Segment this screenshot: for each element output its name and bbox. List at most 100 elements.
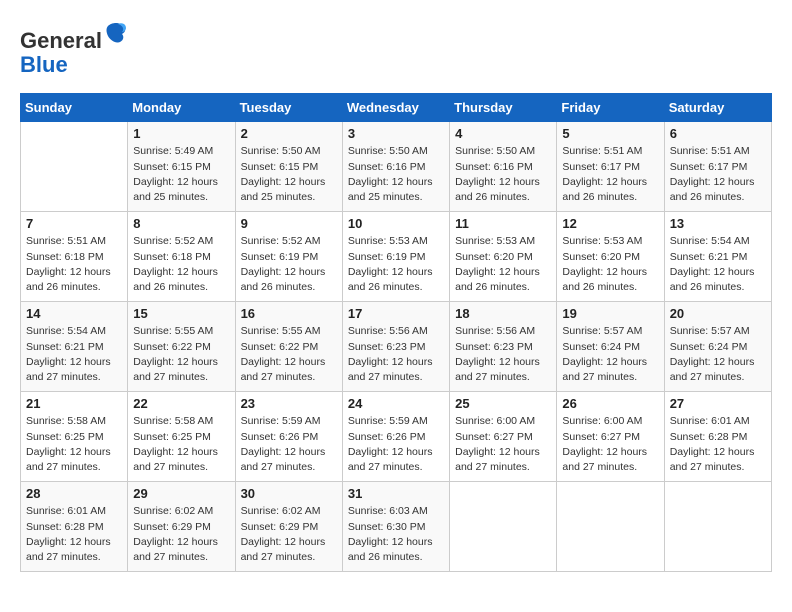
calendar-cell: 31 Sunrise: 6:03 AM Sunset: 6:30 PM Dayli…: [342, 482, 449, 572]
calendar-cell: [21, 122, 128, 212]
header-sunday: Sunday: [21, 94, 128, 122]
day-number: 11: [455, 216, 551, 231]
calendar-cell: 18Sunrise: 5:56 AM Sunset: 6:23 PM Dayli…: [450, 302, 557, 392]
day-info: Sunrise: 5:49 AM Sunset: 6:15 PM Dayligh…: [133, 144, 229, 205]
day-number: 18: [455, 306, 551, 321]
day-number: 28: [26, 486, 122, 501]
day-info: Sunrise: 6:01 AM Sunset: 6:28 PM Dayligh…: [26, 504, 122, 565]
day-number: 10: [348, 216, 444, 231]
calendar-header-row: SundayMondayTuesdayWednesdayThursdayFrid…: [21, 94, 772, 122]
calendar-cell: 25 Sunrise: 6:00 AM Sunset: 6:27 PM Dayli…: [450, 392, 557, 482]
calendar-cell: 8 Sunrise: 5:52 AM Sunset: 6:18 PM Daylig…: [128, 212, 235, 302]
calendar-cell: 21 Sunrise: 5:58 AM Sunset: 6:25 PM Dayli…: [21, 392, 128, 482]
calendar-cell: 29 Sunrise: 6:02 AM Sunset: 6:29 PM Dayli…: [128, 482, 235, 572]
day-info: Sunrise: 6:01 AM Sunset: 6:28 PM Dayligh…: [670, 414, 766, 475]
day-number: 25: [455, 396, 551, 411]
logo-general: General: [20, 28, 102, 53]
day-number: 1: [133, 126, 229, 141]
header-thursday: Thursday: [450, 94, 557, 122]
week-row-1: 7 Sunrise: 5:51 AM Sunset: 6:18 PM Daylig…: [21, 212, 772, 302]
week-row-4: 28 Sunrise: 6:01 AM Sunset: 6:28 PM Dayli…: [21, 482, 772, 572]
day-number: 14: [26, 306, 122, 321]
day-info: Sunrise: 5:52 AM Sunset: 6:19 PM Dayligh…: [241, 234, 337, 295]
header-wednesday: Wednesday: [342, 94, 449, 122]
day-info: Sunrise: 5:53 AM Sunset: 6:20 PM Dayligh…: [455, 234, 551, 295]
day-info: Sunrise: 5:58 AM Sunset: 6:25 PM Dayligh…: [133, 414, 229, 475]
page-header: General Blue: [20, 20, 772, 77]
week-row-0: 1 Sunrise: 5:49 AM Sunset: 6:15 PM Daylig…: [21, 122, 772, 212]
calendar-cell: 4 Sunrise: 5:50 AM Sunset: 6:16 PM Daylig…: [450, 122, 557, 212]
day-number: 9: [241, 216, 337, 231]
calendar-cell: [664, 482, 771, 572]
day-number: 6: [670, 126, 766, 141]
day-number: 8: [133, 216, 229, 231]
header-saturday: Saturday: [664, 94, 771, 122]
day-number: 7: [26, 216, 122, 231]
day-info: Sunrise: 5:50 AM Sunset: 6:15 PM Dayligh…: [241, 144, 337, 205]
calendar-cell: 15Sunrise: 5:55 AM Sunset: 6:22 PM Dayli…: [128, 302, 235, 392]
day-info: Sunrise: 5:59 AM Sunset: 6:26 PM Dayligh…: [348, 414, 444, 475]
day-number: 29: [133, 486, 229, 501]
calendar-cell: 22 Sunrise: 5:58 AM Sunset: 6:25 PM Dayli…: [128, 392, 235, 482]
day-info: Sunrise: 6:00 AM Sunset: 6:27 PM Dayligh…: [562, 414, 658, 475]
day-number: 12: [562, 216, 658, 231]
day-info: Sunrise: 5:51 AM Sunset: 6:17 PM Dayligh…: [670, 144, 766, 205]
calendar-cell: 14Sunrise: 5:54 AM Sunset: 6:21 PM Dayli…: [21, 302, 128, 392]
calendar-cell: 28 Sunrise: 6:01 AM Sunset: 6:28 PM Dayli…: [21, 482, 128, 572]
header-monday: Monday: [128, 94, 235, 122]
calendar-cell: 27 Sunrise: 6:01 AM Sunset: 6:28 PM Dayli…: [664, 392, 771, 482]
calendar-cell: 23 Sunrise: 5:59 AM Sunset: 6:26 PM Dayli…: [235, 392, 342, 482]
calendar-cell: 6 Sunrise: 5:51 AM Sunset: 6:17 PM Daylig…: [664, 122, 771, 212]
calendar-cell: 10Sunrise: 5:53 AM Sunset: 6:19 PM Dayli…: [342, 212, 449, 302]
header-tuesday: Tuesday: [235, 94, 342, 122]
day-info: Sunrise: 5:57 AM Sunset: 6:24 PM Dayligh…: [670, 324, 766, 385]
day-info: Sunrise: 6:02 AM Sunset: 6:29 PM Dayligh…: [133, 504, 229, 565]
day-number: 3: [348, 126, 444, 141]
day-number: 19: [562, 306, 658, 321]
calendar-cell: 30 Sunrise: 6:02 AM Sunset: 6:29 PM Dayli…: [235, 482, 342, 572]
week-row-2: 14Sunrise: 5:54 AM Sunset: 6:21 PM Dayli…: [21, 302, 772, 392]
calendar-cell: 26 Sunrise: 6:00 AM Sunset: 6:27 PM Dayli…: [557, 392, 664, 482]
day-number: 4: [455, 126, 551, 141]
day-info: Sunrise: 5:57 AM Sunset: 6:24 PM Dayligh…: [562, 324, 658, 385]
day-info: Sunrise: 5:54 AM Sunset: 6:21 PM Dayligh…: [670, 234, 766, 295]
header-friday: Friday: [557, 94, 664, 122]
day-number: 21: [26, 396, 122, 411]
day-number: 30: [241, 486, 337, 501]
calendar-cell: [450, 482, 557, 572]
day-number: 22: [133, 396, 229, 411]
day-info: Sunrise: 6:00 AM Sunset: 6:27 PM Dayligh…: [455, 414, 551, 475]
day-info: Sunrise: 5:58 AM Sunset: 6:25 PM Dayligh…: [26, 414, 122, 475]
day-number: 16: [241, 306, 337, 321]
calendar-cell: [557, 482, 664, 572]
day-number: 26: [562, 396, 658, 411]
calendar-cell: 19 Sunrise: 5:57 AM Sunset: 6:24 PM Dayli…: [557, 302, 664, 392]
logo: General Blue: [20, 20, 128, 77]
day-info: Sunrise: 5:51 AM Sunset: 6:18 PM Dayligh…: [26, 234, 122, 295]
calendar-cell: 2Sunrise: 5:50 AM Sunset: 6:15 PM Daylig…: [235, 122, 342, 212]
calendar-cell: 3Sunrise: 5:50 AM Sunset: 6:16 PM Daylig…: [342, 122, 449, 212]
day-info: Sunrise: 5:56 AM Sunset: 6:23 PM Dayligh…: [348, 324, 444, 385]
day-number: 20: [670, 306, 766, 321]
day-number: 31: [348, 486, 444, 501]
day-number: 27: [670, 396, 766, 411]
day-info: Sunrise: 5:50 AM Sunset: 6:16 PM Dayligh…: [455, 144, 551, 205]
calendar-cell: 24 Sunrise: 5:59 AM Sunset: 6:26 PM Dayli…: [342, 392, 449, 482]
calendar-cell: 12 Sunrise: 5:53 AM Sunset: 6:20 PM Dayli…: [557, 212, 664, 302]
calendar-cell: 9 Sunrise: 5:52 AM Sunset: 6:19 PM Daylig…: [235, 212, 342, 302]
day-info: Sunrise: 5:53 AM Sunset: 6:20 PM Dayligh…: [562, 234, 658, 295]
day-number: 24: [348, 396, 444, 411]
day-info: Sunrise: 6:03 AM Sunset: 6:30 PM Dayligh…: [348, 504, 444, 565]
calendar-cell: 7 Sunrise: 5:51 AM Sunset: 6:18 PM Daylig…: [21, 212, 128, 302]
day-number: 5: [562, 126, 658, 141]
calendar-cell: 11 Sunrise: 5:53 AM Sunset: 6:20 PM Dayli…: [450, 212, 557, 302]
calendar-cell: 17 Sunrise: 5:56 AM Sunset: 6:23 PM Dayli…: [342, 302, 449, 392]
day-number: 17: [348, 306, 444, 321]
day-info: Sunrise: 5:59 AM Sunset: 6:26 PM Dayligh…: [241, 414, 337, 475]
day-number: 23: [241, 396, 337, 411]
day-info: Sunrise: 5:52 AM Sunset: 6:18 PM Dayligh…: [133, 234, 229, 295]
day-info: Sunrise: 6:02 AM Sunset: 6:29 PM Dayligh…: [241, 504, 337, 565]
calendar-cell: 5Sunrise: 5:51 AM Sunset: 6:17 PM Daylig…: [557, 122, 664, 212]
logo-bird-icon: [104, 20, 128, 48]
week-row-3: 21 Sunrise: 5:58 AM Sunset: 6:25 PM Dayli…: [21, 392, 772, 482]
